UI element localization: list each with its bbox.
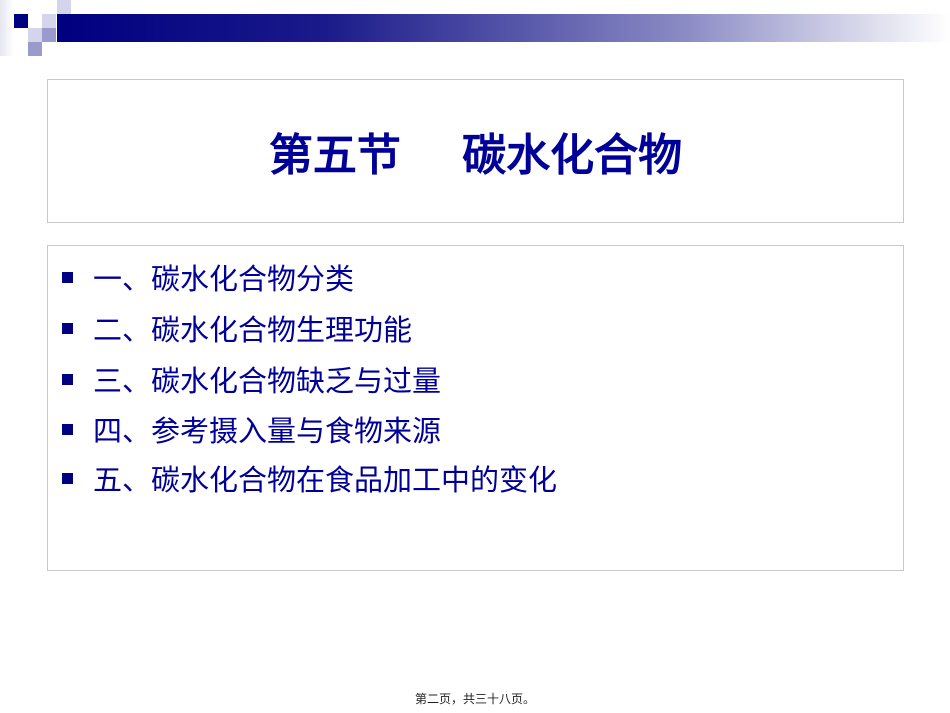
- bullet-icon: [62, 322, 73, 334]
- list-item: 五、碳水化合物在食品加工中的变化: [62, 457, 557, 499]
- list-item: 二、碳水化合物生理功能: [62, 307, 412, 349]
- decor-square: [42, 28, 56, 42]
- decor-square: [28, 28, 42, 42]
- decor-square: [0, 0, 14, 56]
- list-item-text: 四、参考摄入量与食物来源: [93, 414, 442, 448]
- header-gradient-bar: [57, 14, 950, 42]
- decor-square: [42, 14, 56, 28]
- decor-square: [28, 42, 42, 56]
- list-item-text: 三、碳水化合物缺乏与过量: [93, 364, 442, 398]
- bullet-icon: [62, 271, 73, 283]
- title-box: 第五节 碳水化合物: [47, 79, 904, 223]
- list-item-text: 五、碳水化合物在食品加工中的变化: [93, 463, 558, 497]
- decor-square: [57, 0, 71, 14]
- decor-square: [14, 14, 28, 28]
- slide-title: 第五节 碳水化合物: [268, 130, 683, 181]
- list-item-text: 二、碳水化合物生理功能: [93, 313, 413, 347]
- bullet-icon: [62, 373, 73, 385]
- list-item-text: 一、碳水化合物分类: [93, 262, 355, 296]
- list-item: 四、参考摄入量与食物来源: [62, 408, 441, 450]
- page-footer: 第二页，共三十八页。: [414, 692, 535, 706]
- bullet-icon: [62, 423, 73, 435]
- content-box: 一、碳水化合物分类 二、碳水化合物生理功能 三、碳水化合物缺乏与过量 四、参考摄…: [47, 245, 904, 571]
- list-item: 三、碳水化合物缺乏与过量: [62, 358, 441, 400]
- bullet-icon: [62, 472, 73, 484]
- list-item: 一、碳水化合物分类: [62, 256, 354, 298]
